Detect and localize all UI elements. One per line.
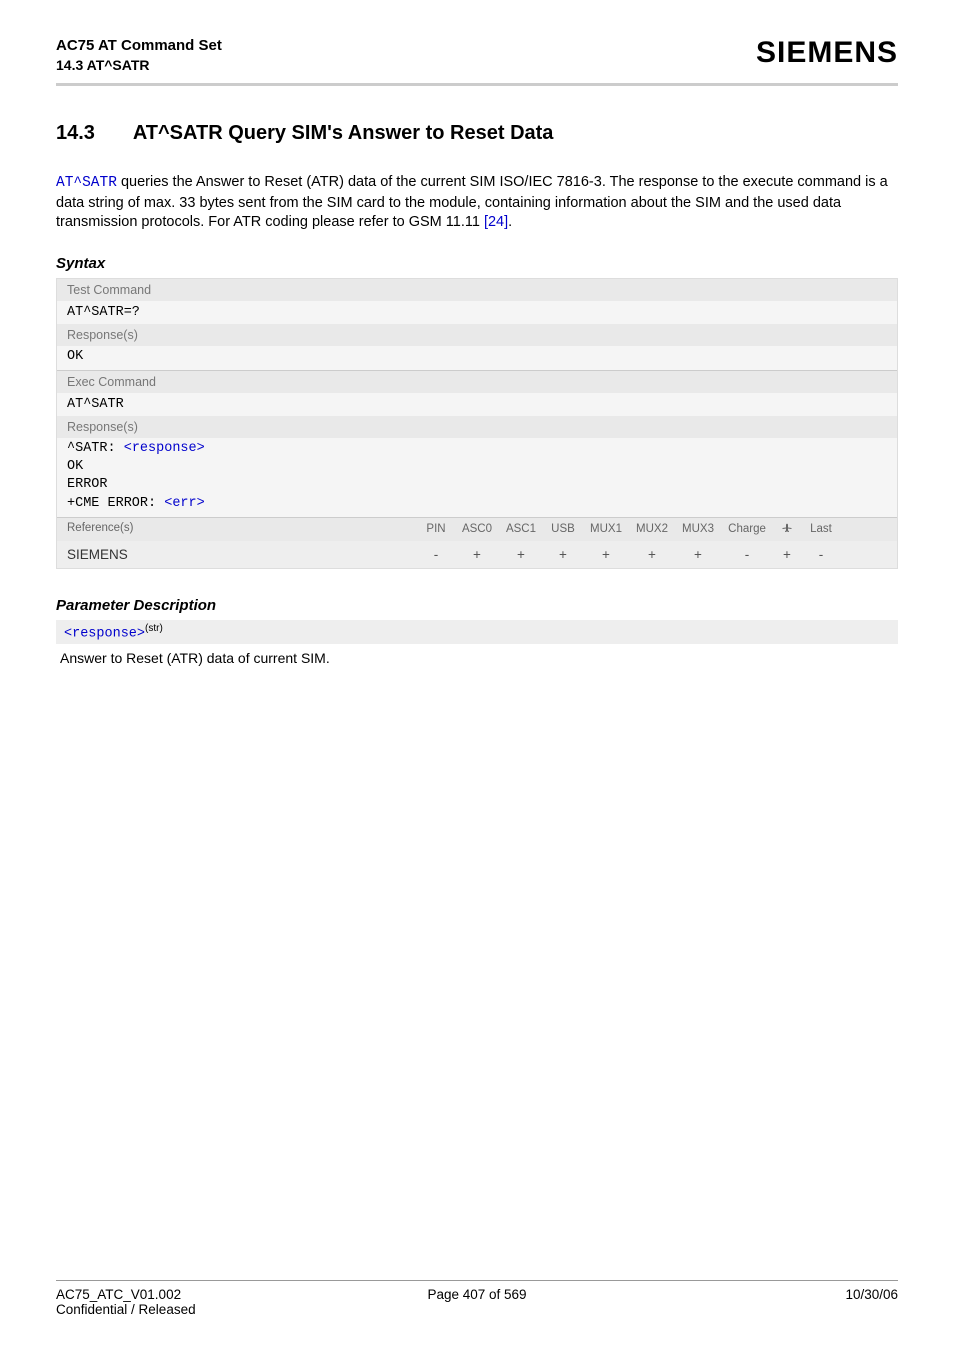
reference-columns: PIN ASC0 ASC1 USB MUX1 MUX2 MUX3 Charge …	[417, 518, 897, 541]
section-heading: 14.3 AT^SATR Query SIM's Answer to Reset…	[56, 122, 898, 145]
col-pin: PIN	[417, 523, 455, 535]
page-footer: AC75_ATC_V01.002 Page 407 of 569 10/30/0…	[56, 1280, 898, 1317]
val-mux2: +	[629, 547, 675, 562]
param-name-box: <response>(str)	[56, 620, 898, 645]
page-header: AC75 AT Command Set 14.3 AT^SATR SIEMENS	[56, 36, 898, 75]
val-asc0: +	[455, 547, 499, 562]
col-asc0: ASC0	[455, 523, 499, 535]
intro-paragraph: AT^SATR queries the Answer to Reset (ATR…	[56, 173, 898, 233]
intro-period: .	[508, 214, 512, 230]
val-last: -	[801, 547, 841, 562]
exec-response-label: Response(s)	[57, 416, 897, 438]
exec-resp-err-link[interactable]: <err>	[164, 496, 205, 511]
col-charge: Charge	[721, 523, 773, 535]
val-usb: +	[543, 547, 583, 562]
intro-cmd-link[interactable]: AT^SATR	[56, 175, 117, 191]
syntax-heading: Syntax	[56, 255, 898, 272]
val-asc1: +	[499, 547, 543, 562]
col-mux1: MUX1	[583, 523, 629, 535]
reference-values-row: SIEMENS - + + + + + + - + -	[57, 541, 897, 568]
footer-divider	[56, 1280, 898, 1281]
col-usb: USB	[543, 523, 583, 535]
test-command: AT^SATR=?	[57, 301, 897, 324]
test-response-label: Response(s)	[57, 324, 897, 346]
exec-resp-error: ERROR	[67, 477, 108, 492]
col-last: Last	[801, 523, 841, 535]
reference-header-row: Reference(s) PIN ASC0 ASC1 USB MUX1 MUX2…	[57, 518, 897, 541]
col-mux2: MUX2	[629, 523, 675, 535]
param-description: Answer to Reset (ATR) data of current SI…	[56, 650, 898, 666]
exec-resp-prefix: ^SATR:	[67, 441, 124, 456]
syntax-block: Test Command AT^SATR=? Response(s) OK Ex…	[56, 278, 898, 569]
header-divider	[56, 83, 898, 86]
reference-value-cols: - + + + + + + - + -	[417, 541, 897, 568]
exec-resp-cme: +CME ERROR:	[67, 496, 164, 511]
footer-classification: Confidential / Released	[56, 1302, 196, 1317]
section-number: 14.3	[56, 122, 128, 145]
brand-logo: SIEMENS	[756, 36, 898, 70]
param-type: (str)	[145, 623, 163, 634]
val-mux1: +	[583, 547, 629, 562]
test-response: OK	[57, 346, 897, 370]
reference-label: Reference(s)	[57, 518, 417, 541]
doc-subtitle: 14.3 AT^SATR	[56, 56, 222, 75]
intro-ref-link[interactable]: [24]	[484, 214, 508, 230]
exec-command: AT^SATR	[57, 393, 897, 416]
val-airplane: +	[773, 547, 801, 562]
exec-response-body: ^SATR: <response> OK ERROR +CME ERROR: <…	[57, 438, 897, 517]
param-heading: Parameter Description	[56, 597, 898, 614]
exec-command-label: Exec Command	[57, 371, 897, 393]
footer-center: Page 407 of 569	[56, 1287, 898, 1302]
val-charge: -	[721, 547, 773, 562]
doc-title: AC75 AT Command Set	[56, 36, 222, 56]
reference-value: SIEMENS	[57, 541, 417, 568]
col-mux3: MUX3	[675, 523, 721, 535]
val-mux3: +	[675, 547, 721, 562]
exec-resp-param-link[interactable]: <response>	[124, 441, 205, 456]
airplane-icon	[773, 522, 801, 537]
val-pin: -	[417, 547, 455, 562]
exec-resp-ok: OK	[67, 459, 83, 474]
param-name[interactable]: <response>	[64, 626, 145, 641]
section-title-text: AT^SATR Query SIM's Answer to Reset Data	[133, 122, 554, 144]
test-command-label: Test Command	[57, 279, 897, 301]
col-asc1: ASC1	[499, 523, 543, 535]
intro-text: queries the Answer to Reset (ATR) data o…	[56, 174, 888, 230]
header-left: AC75 AT Command Set 14.3 AT^SATR	[56, 36, 222, 75]
